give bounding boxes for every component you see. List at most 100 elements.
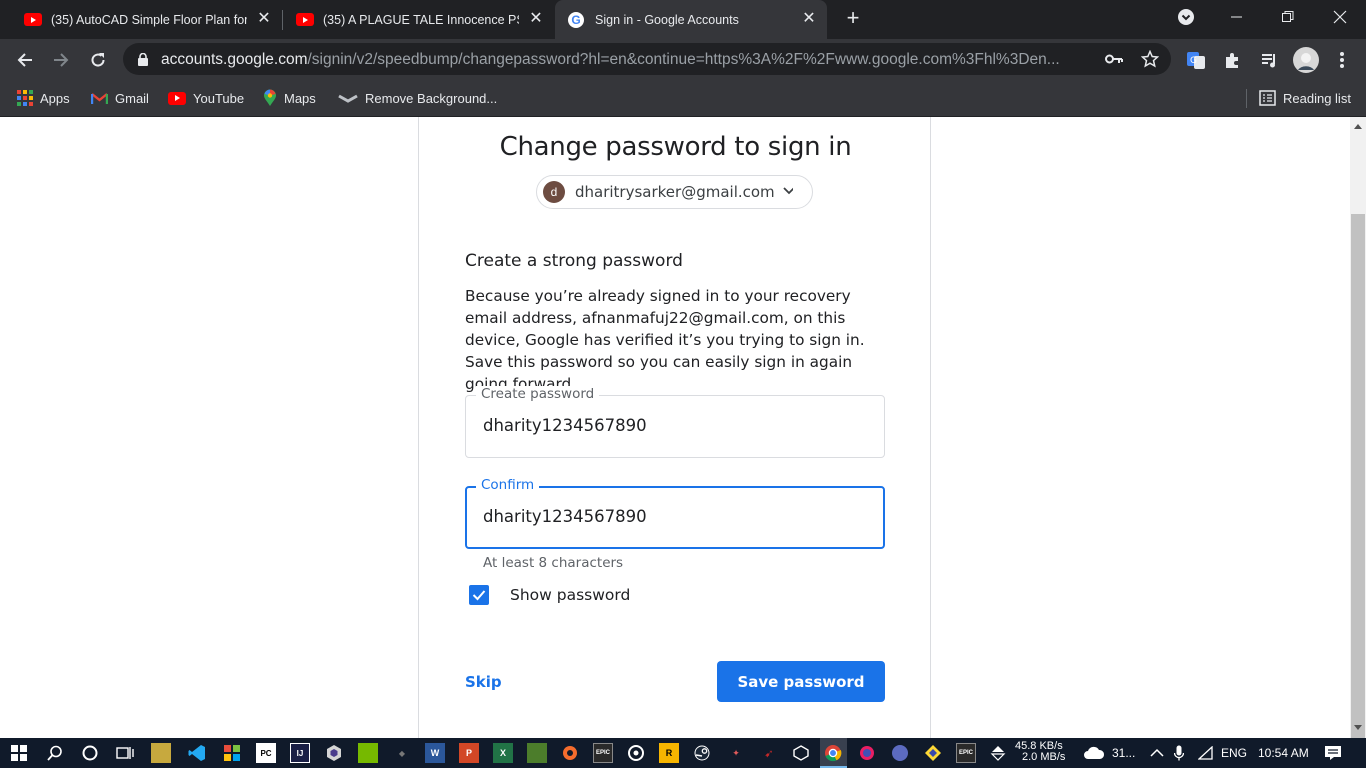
bookmarks-divider [1246, 89, 1247, 108]
powerpoint-icon[interactable]: P [459, 743, 479, 763]
close-tab-icon[interactable]: ✕ [801, 11, 817, 27]
scroll-up-arrow-icon[interactable] [1354, 124, 1362, 129]
confirm-password-input[interactable] [483, 507, 863, 526]
epic-games-tray-icon[interactable]: EPIC [956, 743, 976, 763]
show-password-label[interactable]: Show password [510, 586, 630, 604]
skip-button[interactable]: Skip [465, 673, 502, 691]
game-launcher-icon[interactable]: ✦ [726, 743, 746, 763]
back-button[interactable] [12, 47, 38, 73]
url-host: accounts.google.com [161, 51, 308, 68]
tab-title: (35) A PLAGUE TALE Innocence PS5 [323, 12, 519, 27]
arrow-right-icon [54, 53, 69, 67]
ubisoft-icon[interactable] [626, 743, 646, 763]
clock-time[interactable]: 10:54 AM [1258, 746, 1309, 760]
task-view-icon[interactable] [115, 743, 135, 763]
nvidia-icon[interactable] [358, 743, 378, 763]
description-text: Because you’re already signed in to your… [465, 287, 865, 393]
close-icon [1333, 10, 1347, 24]
avatar-icon [1293, 47, 1319, 73]
bookmark-gmail[interactable]: Gmail [91, 88, 149, 108]
bookmark-maps[interactable]: Maps [263, 88, 316, 108]
google-icon: G [568, 11, 584, 28]
windows-start-icon[interactable] [9, 743, 29, 763]
translate-extension[interactable]: G [1183, 47, 1209, 73]
app-grid-icon[interactable] [222, 743, 242, 763]
chrome-taskbar-active[interactable] [820, 738, 847, 768]
app-diamond-icon[interactable] [923, 743, 943, 763]
minimize-button[interactable] [1214, 0, 1260, 34]
create-password-input[interactable] [483, 416, 863, 435]
network-download-speed: 2.0 MB/s [1022, 751, 1066, 763]
chevron-down-icon [783, 187, 793, 197]
close-tab-icon[interactable]: ✕ [256, 11, 272, 27]
unity-icon[interactable] [791, 743, 811, 763]
chrome-menu-button[interactable] [1329, 47, 1355, 73]
profile-avatar[interactable] [1293, 47, 1319, 73]
maps-pin-icon [263, 89, 277, 107]
intellij-icon[interactable]: IJ [290, 743, 310, 763]
cloud-weather-icon[interactable] [1082, 743, 1106, 763]
avatar: d [543, 181, 565, 203]
close-tab-icon[interactable]: ✕ [528, 11, 544, 27]
bookmark-youtube[interactable]: YouTube [168, 88, 244, 108]
cortana-icon[interactable] [80, 743, 100, 763]
arrow-left-icon [17, 53, 32, 67]
reading-list-icon [1259, 90, 1276, 106]
excel-icon[interactable]: X [493, 743, 513, 763]
gaming-app-icon[interactable]: ➹ [759, 743, 779, 763]
youtube-icon [24, 13, 42, 26]
bookmark-remove-background[interactable]: Remove Background... [338, 88, 497, 108]
show-password-checkbox[interactable] [469, 585, 489, 605]
origin-icon[interactable] [560, 743, 580, 763]
rockstar-icon[interactable]: R [659, 743, 679, 763]
tab-divider [282, 10, 283, 30]
hexagon-app-icon[interactable] [324, 743, 344, 763]
nvidia-experience-icon[interactable] [527, 743, 547, 763]
page-scrollbar[interactable] [1350, 117, 1366, 738]
browser-toolbar: accounts.google.com/signin/v2/speedbump/… [0, 39, 1366, 80]
bookmark-apps[interactable]: Apps [17, 88, 70, 108]
pycharm-icon[interactable]: PC [256, 743, 276, 763]
account-chip[interactable]: d dharitrysarker@gmail.com [536, 175, 813, 209]
key-icon[interactable] [1105, 53, 1123, 65]
chevron-up-icon[interactable] [1147, 743, 1167, 763]
extensions-button[interactable] [1219, 47, 1245, 73]
page-title: Change password to sign in [499, 132, 852, 162]
scroll-down-arrow-icon[interactable] [1354, 725, 1362, 730]
new-tab-button[interactable]: + [843, 7, 863, 29]
restore-button[interactable] [1265, 0, 1311, 34]
bookmark-label: Maps [284, 90, 316, 106]
notepad-icon[interactable] [151, 743, 171, 763]
search-icon[interactable] [45, 743, 65, 763]
vscode-icon[interactable] [187, 743, 207, 763]
forward-button[interactable] [48, 47, 74, 73]
tab-google-accounts[interactable]: G Sign in - Google Accounts ✕ [555, 0, 827, 39]
signin-card: Change password to sign in d dharitrysar… [418, 117, 931, 738]
steam-icon[interactable] [692, 743, 712, 763]
address-bar[interactable]: accounts.google.com/signin/v2/speedbump/… [123, 43, 1171, 75]
tab-autocad[interactable]: (35) AutoCAD Simple Floor Plan for ✕ [10, 0, 280, 39]
tab-search-button[interactable] [1163, 0, 1209, 34]
notification-center-icon[interactable] [1323, 743, 1343, 763]
scroll-thumb[interactable] [1351, 214, 1365, 738]
section-heading: Create a strong password [465, 251, 683, 271]
close-window-button[interactable] [1317, 0, 1363, 34]
weather-temp[interactable]: 31... [1112, 746, 1135, 760]
create-password-label: Create password [476, 386, 600, 402]
save-password-button[interactable]: Save password [717, 661, 885, 702]
color-app-icon[interactable] [857, 743, 877, 763]
microphone-icon[interactable] [1169, 743, 1189, 763]
word-icon[interactable]: W [425, 743, 445, 763]
lock-icon [138, 53, 148, 66]
epic-games-icon[interactable]: EPIC [593, 743, 613, 763]
star-icon[interactable] [1141, 50, 1159, 68]
language-indicator[interactable]: ENG [1221, 746, 1247, 760]
reload-button[interactable] [85, 47, 111, 73]
media-control-button[interactable] [1256, 47, 1282, 73]
tab-plague-tale[interactable]: (35) A PLAGUE TALE Innocence PS5 ✕ [284, 0, 554, 39]
dark-app-icon[interactable]: ◆ [392, 743, 412, 763]
wifi-icon[interactable] [1196, 743, 1216, 763]
bookmark-label: YouTube [193, 90, 245, 106]
reading-list-button[interactable]: Reading list [1259, 88, 1351, 108]
app-circle-icon[interactable] [890, 743, 910, 763]
